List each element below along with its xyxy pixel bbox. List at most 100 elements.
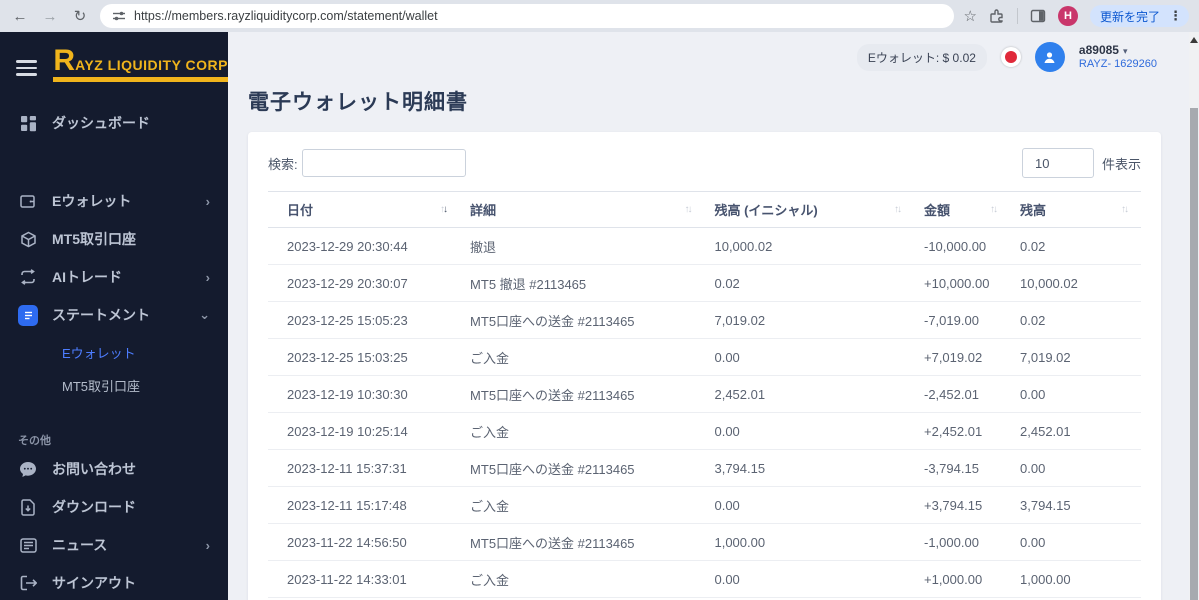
cell-date: 2023-12-29 20:30:07 [268,264,461,302]
cell-amount: +7,019.02 [914,338,1011,376]
main-content: Eウォレット: $ 0.02 a89085 ▾ RAYZ- 1629260 電子ウ… [228,32,1199,600]
url-text[interactable]: https://members.rayzliquiditycorp.com/st… [134,9,438,23]
browser-toolbar: ← → ↻ https://members.rayzliquiditycorp.… [0,0,1199,32]
sidebar-item-label: AIトレード [52,269,122,285]
cell-detail: MT5口座への送金 #2113465 [460,375,705,413]
search-input[interactable] [301,149,466,177]
update-button-label: 更新を完了 [1099,9,1160,24]
browser-update-button[interactable]: 更新を完了 ⋮ [1089,5,1189,27]
menu-toggle-icon[interactable] [16,56,38,80]
sidebar-item-dashboard[interactable]: ダッシュボード [0,104,228,142]
url-bar[interactable]: https://members.rayzliquiditycorp.com/st… [100,4,954,28]
browser-menu-icon[interactable]: ⋮ [1166,8,1185,24]
column-header-balance[interactable]: 残高 ↑↓ [1010,191,1141,228]
cell-balance: 0.00 [1010,375,1141,413]
cell-balance-initial: 1,000.00 [704,523,914,561]
japan-flag-icon[interactable] [1000,47,1021,67]
sort-icon[interactable]: ↑↓ [440,204,450,215]
column-header-date[interactable]: 日付 ↑↓ [268,191,461,228]
statement-icon [18,304,38,326]
sort-icon[interactable]: ↑↓ [684,204,694,215]
table-row[interactable]: 2023-12-25 15:03:25 ご入金 0.00 +7,019.02 7… [268,338,1141,376]
chevron-down-icon: ▾ [1122,45,1128,56]
sidebar-item-ai-trade[interactable]: AIトレード › [0,258,228,296]
column-header-detail[interactable]: 詳細 ↑↓ [460,191,705,228]
reload-icon[interactable]: ↻ [70,7,90,25]
cell-detail: MT5 撤退 #2113465 [460,264,705,302]
page-scrollbar[interactable] [1189,32,1199,600]
cell-date: 2023-12-25 15:05:23 [268,301,461,339]
column-header-balance-initial[interactable]: 残高 (イニシャル) ↑↓ [704,191,914,228]
user-avatar[interactable] [1034,42,1065,72]
wallet-icon [18,193,38,209]
news-icon [18,537,38,553]
cell-balance: 0.02 [1010,301,1141,339]
sidebar-item-signout[interactable]: サインアウト [0,564,228,600]
table-row[interactable]: 2023-12-19 10:25:14 ご入金 0.00 +2,452.01 2… [268,412,1141,450]
sidebar-item-news[interactable]: ニュース › [0,526,228,564]
submenu-item-mt5-statement[interactable]: MT5取引口座 [62,369,228,402]
forward-icon[interactable]: → [40,8,60,25]
sidebar-item-download[interactable]: ダウンロード [0,488,228,526]
scroll-up-icon[interactable] [1190,37,1198,43]
table-row[interactable]: 2023-12-11 15:17:48 ご入金 0.00 +3,794.15 3… [268,486,1141,524]
brand-logo[interactable]: RAYZ LIQUIDITY CORP [53,46,228,87]
cell-balance: 2,452.01 [1010,412,1141,450]
dashboard-icon [18,115,38,132]
submenu-item-ewallet-statement[interactable]: Eウォレット [62,336,228,369]
sidebar-item-label: ダッシュボード [52,115,150,131]
table-row[interactable]: 2023-11-22 14:33:01 ご入金 0.00 +1,000.00 1… [268,560,1141,598]
bookmark-star-icon[interactable]: ☆ [964,7,977,25]
sidebar-item-label: ダウンロード [52,499,136,515]
user-menu[interactable]: a89085 ▾ RAYZ- 1629260 [1079,43,1157,72]
cell-date: 2023-12-29 20:30:44 [268,227,461,265]
cell-detail: MT5口座への送金 #2113465 [460,449,705,487]
cell-date: 2023-12-11 15:37:31 [268,449,461,487]
table-row[interactable]: 2023-12-11 15:37:31 MT5口座への送金 #2113465 3… [268,449,1141,487]
cell-balance-initial: 0.00 [704,338,914,376]
cell-amount: -1,000.00 [914,523,1011,561]
page-length-label: 件表示 [1101,156,1141,172]
sort-icon[interactable]: ↑↓ [894,204,904,215]
table-row[interactable]: 2023-12-29 20:30:07 MT5 撤退 #2113465 0.02… [268,264,1141,302]
toolbar-divider [1016,8,1018,24]
cell-balance-initial: 2,452.01 [704,375,914,413]
browser-profile-avatar[interactable]: H [1057,6,1078,26]
sort-icon[interactable]: ↑↓ [990,204,1000,215]
chat-icon [18,461,38,478]
table-row[interactable]: 2023-12-29 20:30:44 撤退 10,000.02 -10,000… [268,227,1141,265]
chevron-right-icon: › [205,269,210,285]
table-row[interactable]: 2023-12-25 15:05:23 MT5口座への送金 #2113465 7… [268,301,1141,339]
cell-amount: -2,452.01 [914,375,1011,413]
sort-icon[interactable]: ↑↓ [1121,204,1131,215]
cell-detail: ご入金 [460,486,705,524]
search-label: 検索: [268,156,298,172]
cell-detail: MT5口座への送金 #2113465 [460,523,705,561]
page-length-select[interactable]: 10 [1021,148,1094,178]
extensions-icon[interactable] [989,8,1005,24]
sidebar-item-mt5-account[interactable]: MT5取引口座 [0,220,228,258]
column-header-amount[interactable]: 金額 ↑↓ [914,191,1011,228]
repeat-icon [18,269,38,285]
cell-detail: ご入金 [460,560,705,598]
table-row[interactable]: 2023-12-19 10:30:30 MT5口座への送金 #2113465 2… [268,375,1141,413]
statement-card: 検索: 10 件表示 日付 ↑↓ 詳細 ↑↓ 残高 (イニシャル) ↑↓ 金額 ↑↓ [248,132,1161,600]
side-panel-icon[interactable] [1030,8,1046,24]
cell-balance: 10,000.02 [1010,264,1141,302]
table-row[interactable]: 2023-11-22 14:56:50 MT5口座への送金 #2113465 1… [268,523,1141,561]
table-header-row: 日付 ↑↓ 詳細 ↑↓ 残高 (イニシャル) ↑↓ 金額 ↑↓ 残高 ↑↓ [268,191,1141,228]
cell-balance: 0.02 [1010,227,1141,265]
table-body: 2023-12-29 20:30:44 撤退 10,000.02 -10,000… [268,227,1141,598]
sidebar-item-statement[interactable]: ステートメント ⌄ [0,296,228,334]
sidebar-item-label: ステートメント [52,307,150,323]
chevron-right-icon: › [205,193,210,209]
sidebar-item-contact[interactable]: お問い合わせ [0,450,228,488]
back-icon[interactable]: ← [10,8,30,25]
site-settings-icon[interactable] [112,9,126,23]
scrollbar-thumb[interactable] [1190,108,1198,600]
sidebar-item-ewallet[interactable]: Eウォレット › [0,182,228,220]
chevron-down-icon: ⌄ [199,307,210,322]
username: a89085 [1078,42,1119,57]
statement-table: 日付 ↑↓ 詳細 ↑↓ 残高 (イニシャル) ↑↓ 金額 ↑↓ 残高 ↑↓ 2023-12… [268,191,1141,598]
